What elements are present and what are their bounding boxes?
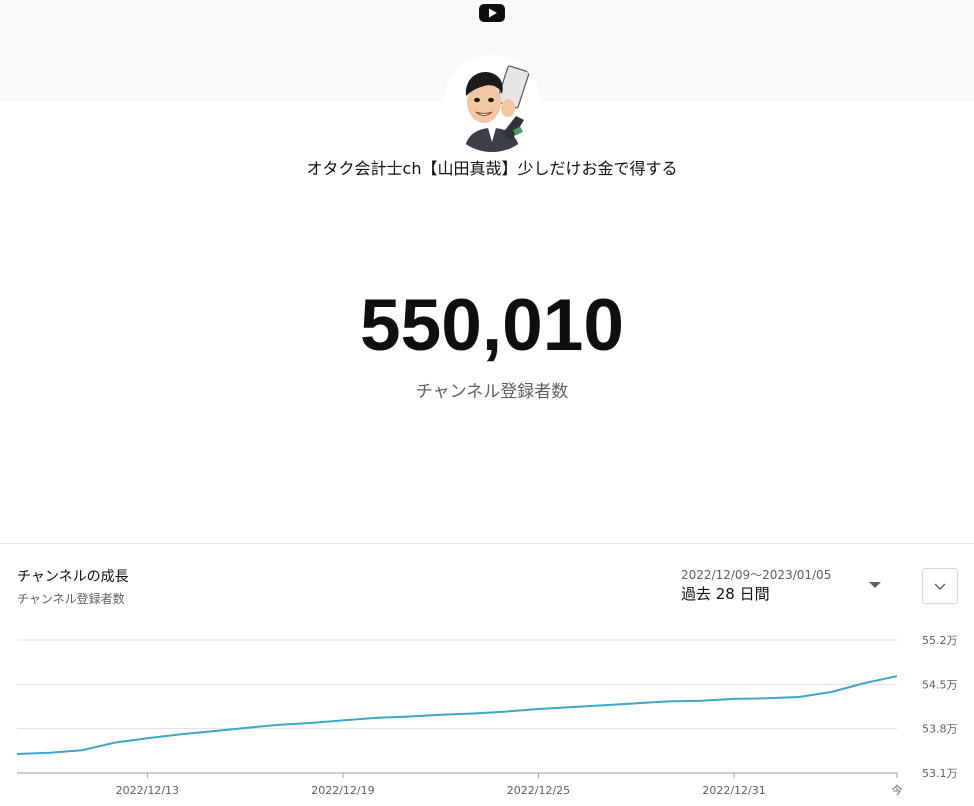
subscriber-label: チャンネル登録者数 [415,382,569,402]
chevron-down-icon [934,583,946,590]
chart-title: チャンネルの成長 [17,569,129,585]
channel-avatar[interactable] [444,56,540,152]
subscriber-growth-chart: 55.2万 54.5万 53.8万 53.1万 2022/12/13 2022/12/19… [16,634,958,797]
date-range: 2022/12/09〜2023/01/05 [681,568,832,582]
period-selector[interactable]: 過去 28 日間 [681,583,770,604]
expand-chart-button[interactable] [922,568,958,604]
section-divider [0,543,974,544]
y-tick-label: 53.8万 [922,723,958,736]
channel-name[interactable]: オタク会計士ch【山田真哉】少しだけお金で得する [0,155,974,179]
x-tick-label: 今 [892,783,903,797]
youtube-play-icon[interactable] [479,3,505,23]
x-tick-label: 2022/12/31 [702,784,765,797]
x-tick-label: 2022/12/25 [507,784,570,797]
x-tick-label: 2022/12/19 [311,784,374,797]
x-tick-label: 2022/12/13 [116,784,179,797]
y-tick-label: 54.5万 [922,678,958,691]
subscriber-series-line [16,675,898,755]
chart-subtitle: チャンネル登録者数 [17,592,125,606]
subscriber-count: 550,010 [360,285,624,366]
y-tick-label: 55.2万 [922,634,958,647]
caret-down-icon[interactable] [866,578,884,592]
y-tick-label: 53.1万 [922,767,958,780]
caricature-avatar-icon [444,56,540,152]
